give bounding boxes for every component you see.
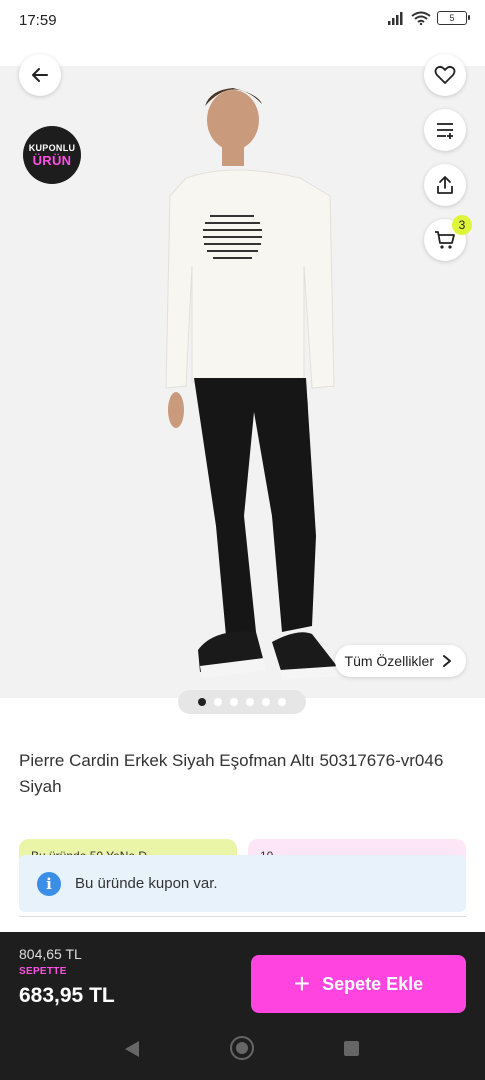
chevron-right-icon <box>443 655 451 667</box>
coupon-info-text: Bu üründe kupon var. <box>75 875 218 892</box>
nav-home-icon[interactable] <box>230 1036 254 1060</box>
system-nav-bar <box>0 1020 485 1080</box>
battery-icon: 5 <box>437 11 470 25</box>
filter-lines-icon <box>437 123 453 139</box>
cart-count-badge: 3 <box>452 215 472 235</box>
info-icon: i <box>37 871 61 896</box>
status-time: 17:59 <box>19 12 57 29</box>
carousel-dot[interactable] <box>262 698 270 706</box>
heart-icon <box>434 65 456 84</box>
coupon-product-badge: KUPONLU ÜRÜN <box>23 126 81 184</box>
signal-icon <box>388 12 403 25</box>
carousel-dot[interactable] <box>198 698 206 706</box>
share-button[interactable] <box>424 164 466 206</box>
cart-price-label: SEPETTE <box>19 966 67 977</box>
all-features-button[interactable]: Tüm Özellikler <box>334 645 466 677</box>
filter-button[interactable] <box>424 109 466 151</box>
cart-button[interactable]: 3 <box>424 215 472 261</box>
nav-back-icon[interactable] <box>124 1040 140 1058</box>
status-bar: 17:59 5 <box>0 0 485 40</box>
divider <box>19 916 466 917</box>
carousel-dot[interactable] <box>230 698 238 706</box>
favorite-button[interactable] <box>424 54 466 96</box>
arrow-left-icon <box>32 68 48 82</box>
coupon-badge-line2: ÜRÜN <box>32 152 72 168</box>
battery-level: 5 <box>449 13 455 23</box>
add-to-cart-label: Sepete Ekle <box>322 973 424 994</box>
carousel-dot[interactable] <box>214 698 222 706</box>
bottom-purchase-bar: 804,65 TL SEPETTE 683,95 TL + Sepete Ekl… <box>0 932 485 1080</box>
share-icon <box>437 176 453 194</box>
add-to-cart-button[interactable]: + Sepete Ekle <box>251 955 466 1013</box>
status-icons: 5 <box>387 11 470 25</box>
nav-recents-icon[interactable] <box>344 1041 359 1056</box>
plus-icon: + <box>293 968 311 999</box>
wifi-icon <box>411 11 431 25</box>
carousel-dot[interactable] <box>278 698 286 706</box>
coupon-badge-line1: KUPONLU <box>28 142 76 153</box>
back-button[interactable] <box>19 54 61 96</box>
coupon-info-banner: i Bu üründe kupon var. <box>19 855 466 912</box>
old-price: 804,65 TL <box>19 946 82 962</box>
cart-icon <box>435 231 455 249</box>
final-price: 683,95 TL <box>19 984 115 1007</box>
all-features-label: Tüm Özellikler <box>344 653 434 669</box>
carousel-dot[interactable] <box>246 698 254 706</box>
image-carousel-indicator[interactable] <box>178 690 306 714</box>
product-title: Pierre Cardin Erkek Siyah Eşofman Altı 5… <box>19 751 444 796</box>
